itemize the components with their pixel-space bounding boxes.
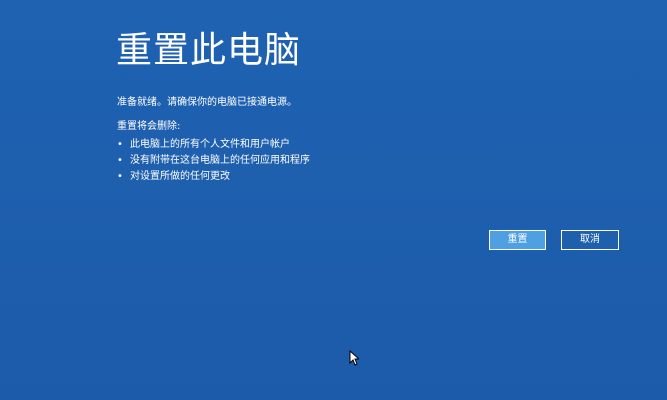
remove-heading: 重置将会删除:	[117, 121, 181, 132]
page-title: 重置此电脑	[116, 30, 302, 71]
list-item: • 此电脑上的所有个人文件和用户帐户	[117, 137, 310, 153]
list-item: • 对设置所做的任何更改	[117, 169, 310, 185]
remove-list: • 此电脑上的所有个人文件和用户帐户 • 没有附带在这台电脑上的任何应用和程序 …	[117, 137, 310, 185]
list-item-text: 对设置所做的任何更改	[130, 171, 230, 182]
reset-button[interactable]: 重置	[489, 230, 546, 250]
mouse-pointer-icon	[349, 350, 359, 366]
list-item-text: 没有附带在这台电脑上的任何应用和程序	[130, 155, 310, 166]
list-item-text: 此电脑上的所有个人文件和用户帐户	[130, 139, 290, 150]
reset-pc-screen: 重置此电脑 准备就绪。请确保你的电脑已接通电源。 重置将会删除: • 此电脑上的…	[0, 0, 667, 400]
bullet-icon: •	[117, 155, 123, 166]
bullet-icon: •	[117, 139, 123, 150]
list-item: • 没有附带在这台电脑上的任何应用和程序	[117, 153, 310, 169]
bullet-icon: •	[117, 171, 123, 182]
ready-message: 准备就绪。请确保你的电脑已接通电源。	[117, 97, 297, 108]
cancel-button[interactable]: 取消	[561, 230, 619, 250]
